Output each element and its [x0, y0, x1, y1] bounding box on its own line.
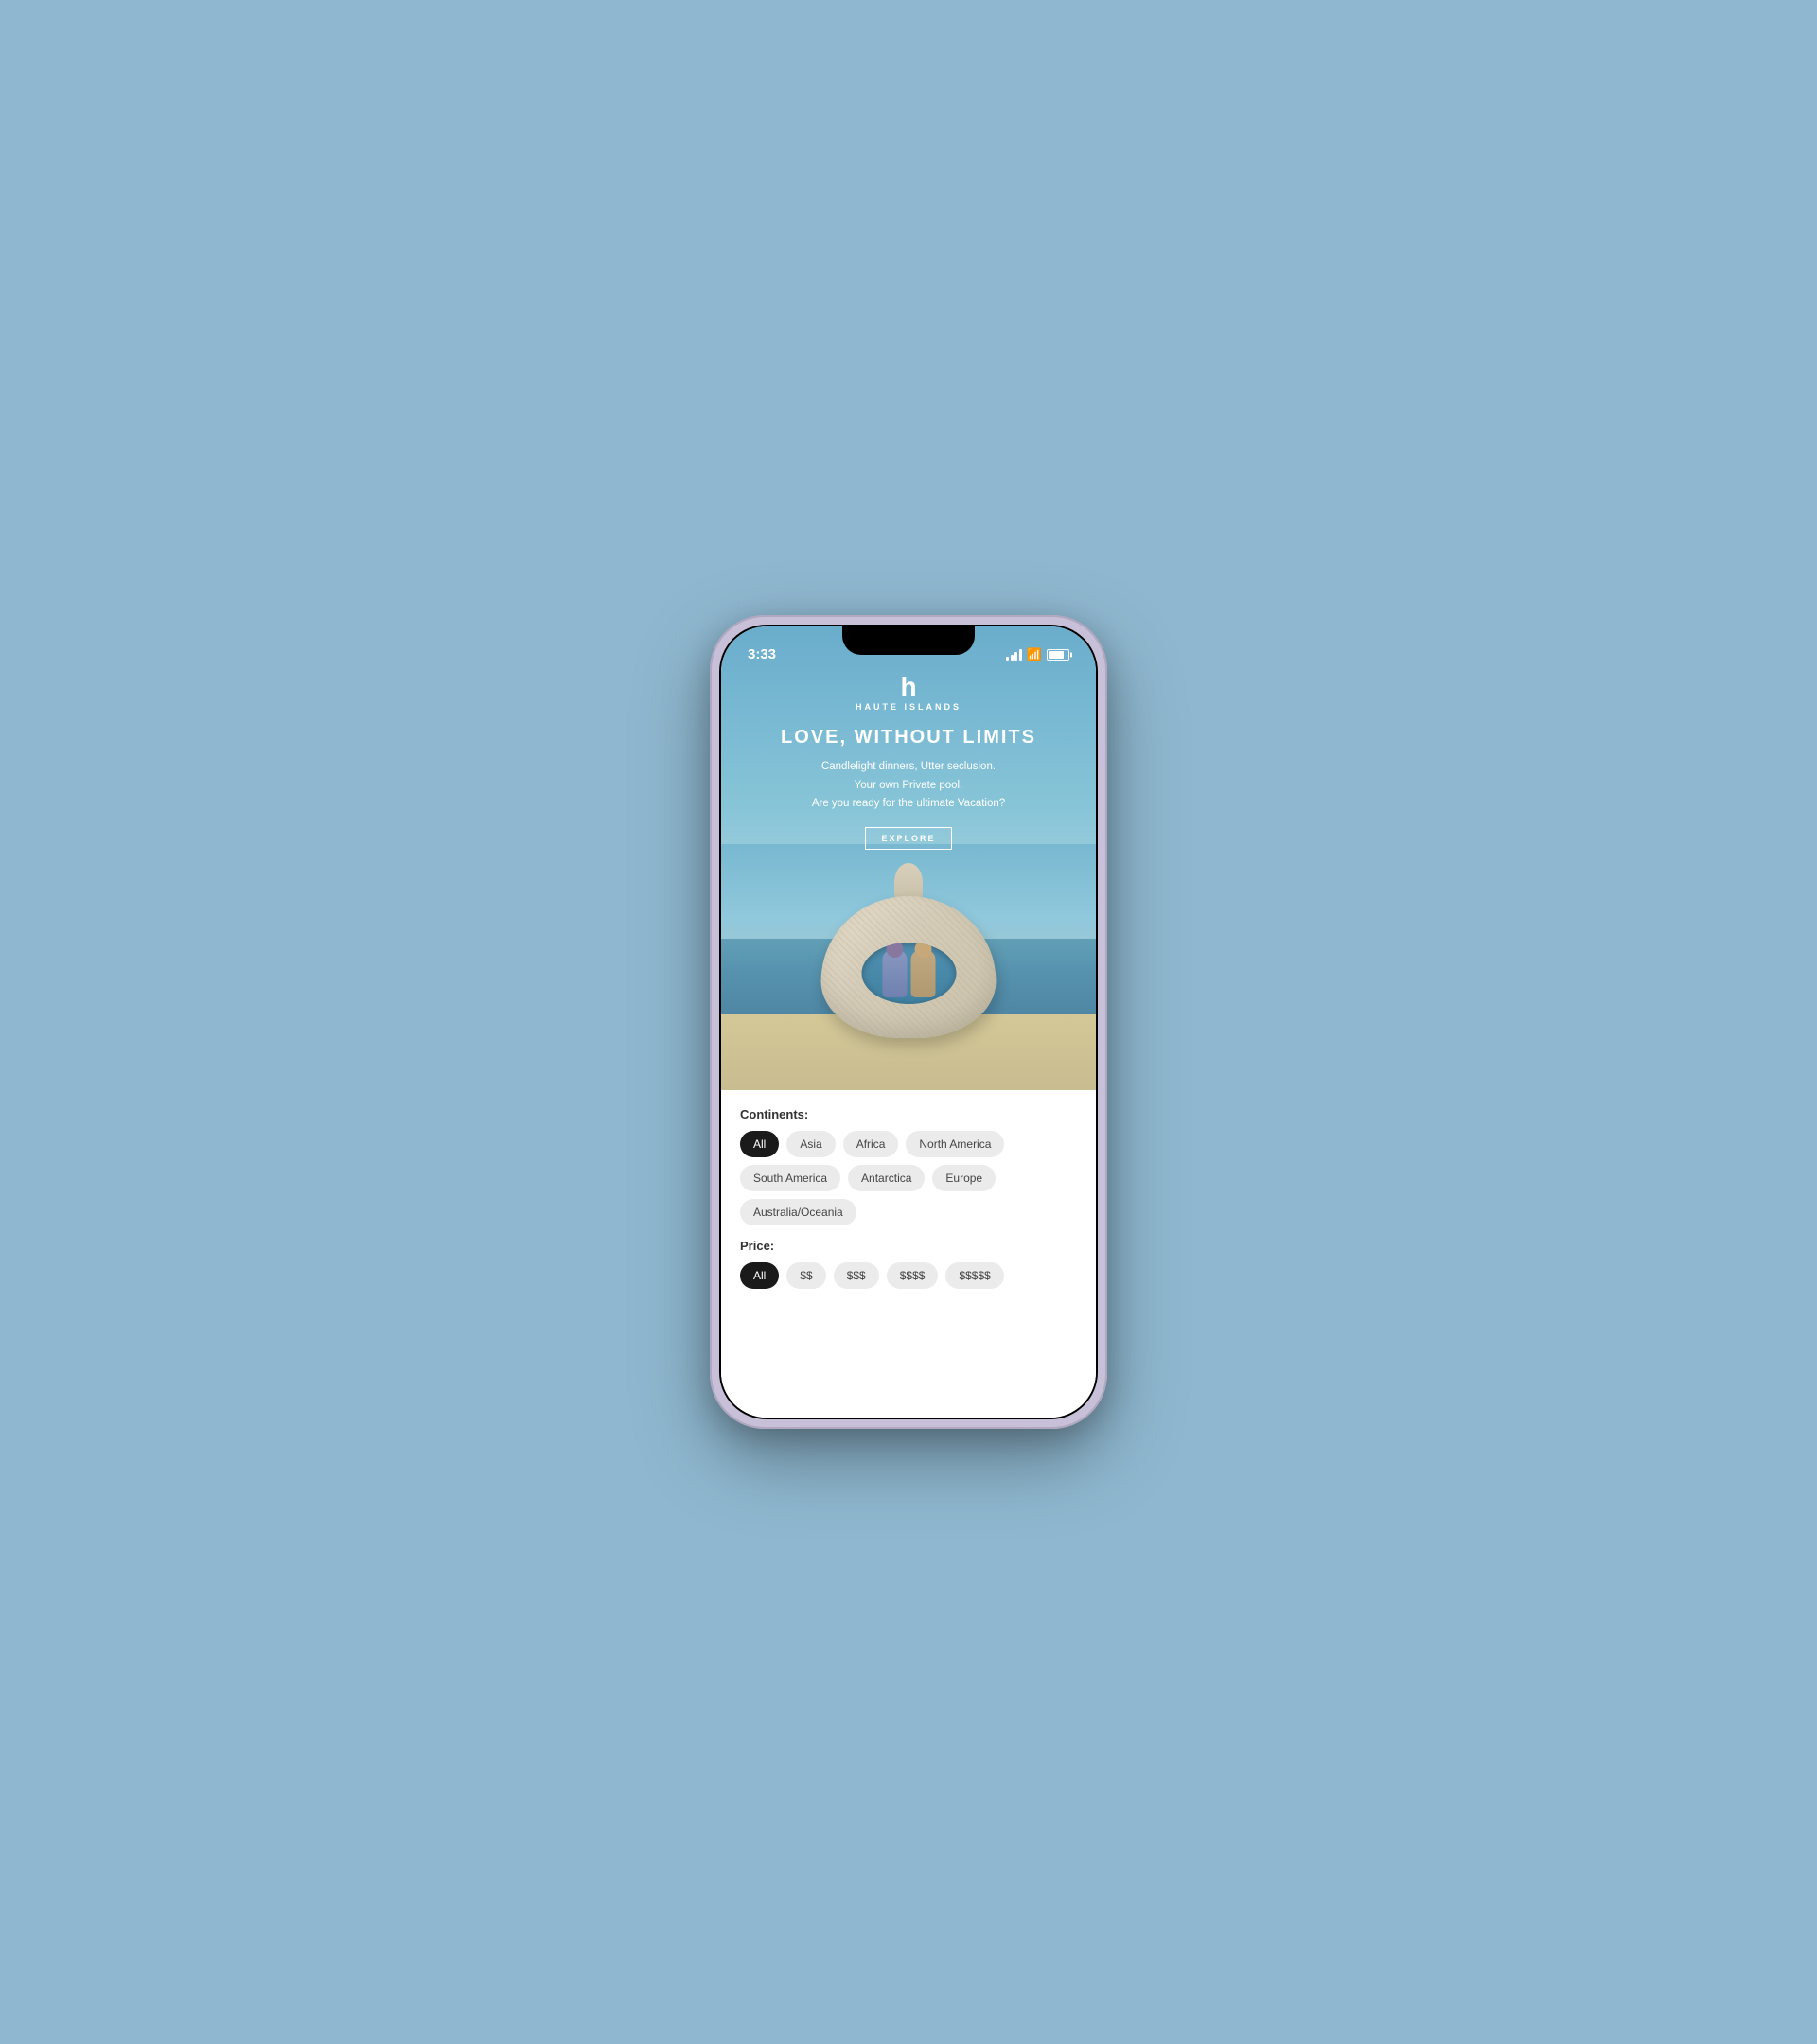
person-head-right	[914, 943, 931, 958]
logo-icon: h	[900, 674, 916, 700]
explore-button[interactable]: EXPLORE	[865, 827, 951, 850]
wicker-pod	[814, 872, 1003, 1038]
couple-inside	[861, 943, 956, 1004]
status-time: 3:33	[748, 646, 776, 662]
tag-price-4[interactable]: $$$$	[887, 1262, 939, 1289]
hero-subtitle-line3: Are you ready for the ultimate Vacation?	[812, 798, 1005, 809]
notch	[842, 626, 975, 655]
tag-australia[interactable]: Australia/Oceania	[740, 1199, 856, 1225]
signal-icon	[1006, 649, 1022, 661]
tag-asia[interactable]: Asia	[786, 1131, 835, 1157]
tag-all-price[interactable]: All	[740, 1262, 779, 1289]
price-tags: All $$ $$$ $$$$ $$$$$	[740, 1262, 1077, 1289]
pod-top	[894, 863, 923, 901]
hero-title: LOVE, WITHOUT LIMITS	[781, 727, 1036, 749]
tag-price-3[interactable]: $$$	[834, 1262, 879, 1289]
battery-fill	[1049, 651, 1064, 659]
hero-subtitle-line2: Your own Private pool.	[855, 780, 963, 791]
tag-south-america[interactable]: South America	[740, 1165, 840, 1191]
tag-price-5[interactable]: $$$$$	[945, 1262, 1003, 1289]
hero-subtitle: Candlelight dinners, Utter seclusion. Yo…	[793, 758, 1024, 814]
price-label: Price:	[740, 1239, 1077, 1253]
phone-screen: 3:33 📶 h	[721, 626, 1096, 1418]
pod-opening	[861, 943, 956, 1004]
phone-device: 3:33 📶 h	[710, 615, 1107, 1429]
wifi-icon: 📶	[1027, 647, 1042, 662]
logo-container: h HAUTE ISLANDS	[856, 674, 961, 712]
tag-europe[interactable]: Europe	[932, 1165, 996, 1191]
continents-tags: All Asia Africa North America South Amer…	[740, 1131, 1077, 1225]
beach-scene	[721, 844, 1096, 1090]
phone-screen-bezel: 3:33 📶 h	[719, 625, 1098, 1419]
hero-section: h HAUTE ISLANDS LOVE, WITHOUT LIMITS Can…	[721, 626, 1096, 1090]
person-head-left	[886, 943, 903, 958]
tag-africa[interactable]: Africa	[843, 1131, 899, 1157]
person-left	[882, 950, 907, 997]
status-icons: 📶	[1006, 647, 1069, 662]
tag-price-2[interactable]: $$	[786, 1262, 825, 1289]
pod-body	[821, 896, 997, 1038]
tag-north-america[interactable]: North America	[906, 1131, 1004, 1157]
person-right	[910, 950, 935, 997]
logo-name: HAUTE ISLANDS	[856, 702, 961, 712]
tag-all-continents[interactable]: All	[740, 1131, 779, 1157]
continents-label: Continents:	[740, 1107, 1077, 1121]
hero-subtitle-line1: Candlelight dinners, Utter seclusion.	[821, 761, 996, 772]
tag-antarctica[interactable]: Antarctica	[848, 1165, 925, 1191]
battery-icon	[1047, 649, 1069, 661]
filter-section: Continents: All Asia Africa North Americ…	[721, 1090, 1096, 1418]
